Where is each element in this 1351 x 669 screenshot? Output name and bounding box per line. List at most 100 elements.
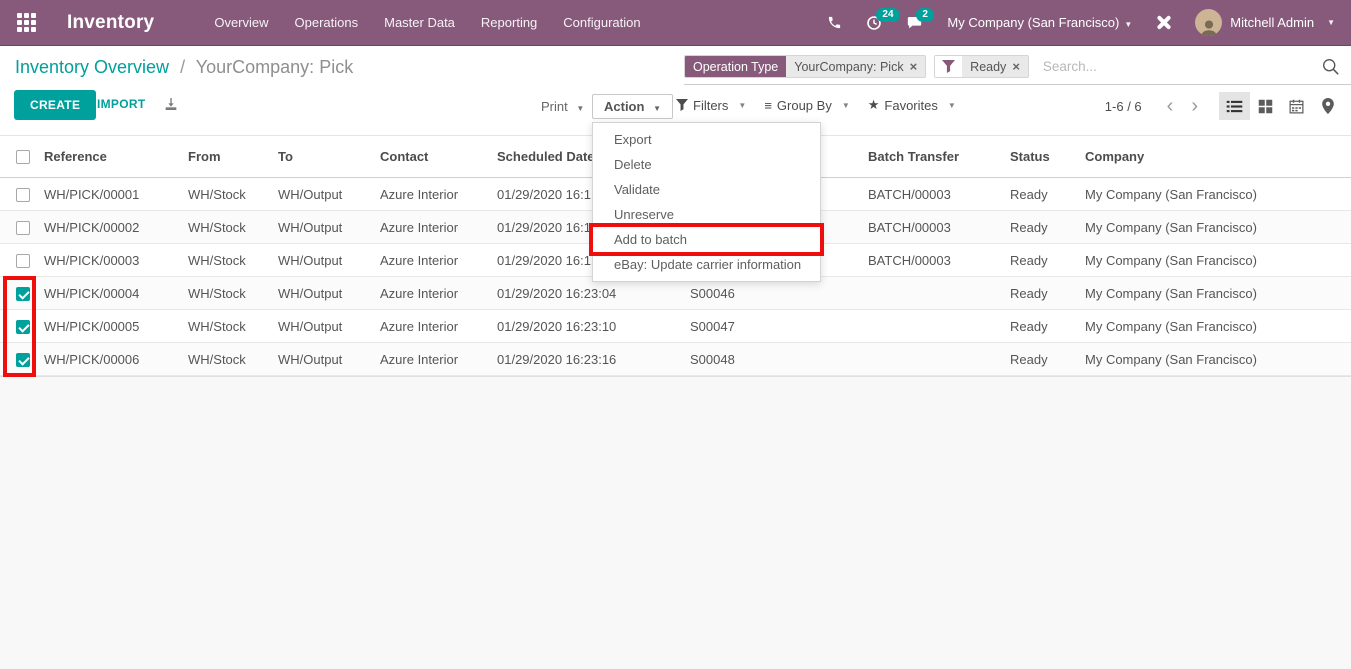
row-checkbox[interactable]	[16, 221, 30, 235]
cell-contact: Azure Interior	[380, 277, 497, 310]
breadcrumb-parent-link[interactable]: Inventory Overview	[15, 57, 169, 77]
control-panel: CREATE IMPORT Print ▼ Action ▼ Filters▼ …	[0, 88, 1351, 126]
chevron-down-icon: ▼	[842, 101, 850, 110]
phone-icon[interactable]	[827, 15, 842, 30]
row-checkbox-checked[interactable]	[16, 353, 30, 367]
row-checkbox-checked[interactable]	[16, 320, 30, 334]
search-icon[interactable]	[1322, 58, 1339, 75]
column-header-from[interactable]: From	[188, 136, 278, 178]
export-all-icon[interactable]	[163, 96, 179, 112]
pager-previous-icon[interactable]: ‹	[1158, 95, 1183, 117]
print-dropdown-button[interactable]: Print ▼	[532, 94, 593, 119]
cell-company: My Company (San Francisco)	[1085, 178, 1351, 211]
import-button[interactable]: IMPORT	[97, 97, 145, 111]
user-menu[interactable]: Mitchell Admin ▼	[1195, 9, 1335, 36]
facet-label: Operation Type	[685, 56, 786, 77]
group-by-icon: ≡	[764, 98, 772, 113]
favorites-button[interactable]: ★ Favorites▼	[868, 97, 956, 113]
cell-batch-transfer	[868, 310, 1010, 343]
kanban-view-icon[interactable]	[1250, 92, 1281, 120]
cell-to: WH/Output	[278, 277, 380, 310]
chevron-down-icon: ▼	[948, 101, 956, 110]
pager-zone: 1-6 / 6 ‹ ›	[1105, 92, 1343, 120]
menu-operations[interactable]: Operations	[295, 15, 359, 30]
cell-reference: WH/PICK/00004	[44, 277, 188, 310]
group-by-button[interactable]: ≡ Group By▼	[764, 97, 849, 113]
cell-reference: WH/PICK/00005	[44, 310, 188, 343]
cell-batch-transfer: BATCH/00003	[868, 211, 1010, 244]
cell-reference: WH/PICK/00006	[44, 343, 188, 376]
menu-item-ebay-update-carrier[interactable]: eBay: Update carrier information	[593, 252, 820, 277]
search-options: Filters▼ ≡ Group By▼ ★ Favorites▼	[676, 97, 956, 113]
table-row[interactable]: WH/PICK/00006 WH/Stock WH/Output Azure I…	[0, 343, 1351, 376]
filters-button[interactable]: Filters▼	[676, 97, 746, 113]
cell-company: My Company (San Francisco)	[1085, 310, 1351, 343]
inventory-app-window: Inventory Overview Operations Master Dat…	[0, 0, 1351, 669]
breadcrumb-search-row: Inventory Overview / YourCompany: Pick O…	[0, 46, 1351, 88]
menu-master-data[interactable]: Master Data	[384, 15, 455, 30]
menu-item-export[interactable]: Export	[593, 127, 820, 152]
column-header-batch-transfer[interactable]: Batch Transfer	[868, 136, 1010, 178]
facet-value: Ready	[970, 60, 1006, 74]
cell-contact: Azure Interior	[380, 343, 497, 376]
app-title[interactable]: Inventory	[67, 12, 154, 34]
tools-icon[interactable]	[1156, 15, 1171, 30]
column-header-to[interactable]: To	[278, 136, 380, 178]
table-row[interactable]: WH/PICK/00005 WH/Stock WH/Output Azure I…	[0, 310, 1351, 343]
cell-status: Ready	[1010, 244, 1085, 277]
row-checkbox[interactable]	[16, 188, 30, 202]
close-icon[interactable]: ×	[910, 60, 918, 73]
cell-scheduled-date: 01/29/2020 16:23:10	[497, 310, 690, 343]
search-input[interactable]	[1037, 59, 1322, 74]
cell-batch-transfer: BATCH/00003	[868, 178, 1010, 211]
cell-status: Ready	[1010, 310, 1085, 343]
breadcrumb: Inventory Overview / YourCompany: Pick	[15, 57, 353, 78]
cell-reference: WH/PICK/00001	[44, 178, 188, 211]
row-checkbox[interactable]	[16, 254, 30, 268]
cell-reference: WH/PICK/00003	[44, 244, 188, 277]
menu-item-add-to-batch[interactable]: Add to batch	[593, 227, 820, 252]
action-dropdown-button[interactable]: Action ▼	[592, 94, 673, 119]
activities-icon[interactable]: 24	[866, 15, 882, 31]
column-header-reference[interactable]: Reference	[44, 136, 188, 178]
cell-from: WH/Stock	[188, 244, 278, 277]
user-name: Mitchell Admin	[1230, 15, 1314, 30]
filter-icon	[935, 56, 962, 77]
menu-item-delete[interactable]: Delete	[593, 152, 820, 177]
cell-to: WH/Output	[278, 310, 380, 343]
column-header-status[interactable]: Status	[1010, 136, 1085, 178]
calendar-view-icon[interactable]	[1281, 92, 1312, 120]
top-navbar: Inventory Overview Operations Master Dat…	[0, 0, 1351, 46]
row-checkbox-checked[interactable]	[16, 287, 30, 301]
star-icon: ★	[868, 97, 880, 113]
menu-reporting[interactable]: Reporting	[481, 15, 537, 30]
cell-to: WH/Output	[278, 343, 380, 376]
menu-item-unreserve[interactable]: Unreserve	[593, 202, 820, 227]
list-view-icon[interactable]	[1219, 92, 1250, 120]
close-icon[interactable]: ×	[1012, 60, 1020, 73]
main-menu: Overview Operations Master Data Reportin…	[214, 15, 640, 30]
apps-menu-icon[interactable]	[17, 13, 37, 33]
cell-from: WH/Stock	[188, 343, 278, 376]
search-facet-operation-type: Operation Type YourCompany: Pick ×	[684, 55, 926, 78]
cell-batch-transfer	[868, 277, 1010, 310]
column-header-company[interactable]: Company	[1085, 136, 1351, 178]
select-all-checkbox[interactable]	[16, 150, 30, 164]
pager-next-icon[interactable]: ›	[1182, 95, 1207, 117]
map-view-icon[interactable]	[1312, 92, 1343, 120]
menu-item-validate[interactable]: Validate	[593, 177, 820, 202]
cell-status: Ready	[1010, 277, 1085, 310]
breadcrumb-separator: /	[180, 57, 185, 77]
messages-icon[interactable]: 2	[906, 15, 923, 31]
content-background	[0, 376, 1351, 669]
cell-contact: Azure Interior	[380, 211, 497, 244]
chevron-down-icon: ▼	[1327, 18, 1335, 27]
create-button[interactable]: CREATE	[14, 90, 96, 120]
view-switcher	[1219, 92, 1343, 120]
cell-contact: Azure Interior	[380, 310, 497, 343]
cell-source-document: S00048	[690, 343, 868, 376]
menu-overview[interactable]: Overview	[214, 15, 268, 30]
column-header-contact[interactable]: Contact	[380, 136, 497, 178]
menu-configuration[interactable]: Configuration	[563, 15, 640, 30]
company-switcher[interactable]: My Company (San Francisco)▼	[947, 15, 1132, 30]
